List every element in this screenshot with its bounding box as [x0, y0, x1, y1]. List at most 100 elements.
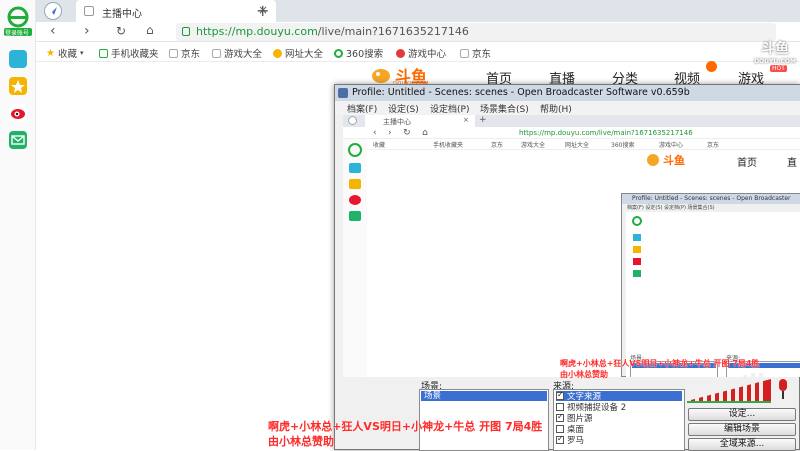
home-icon[interactable]: ⌂ — [146, 23, 154, 37]
bookmark-game-center[interactable]: 游戏中心 — [396, 46, 446, 60]
bookmarks-bar: ★ 收藏 ▾ 手机收藏夹 京东 游戏大全 网址大全 360搜索 游戏中心 京东 — [36, 42, 800, 62]
bookmark-mobile[interactable]: 手机收藏夹 — [99, 46, 159, 60]
nested-site-header: 斗鱼 首页 直 — [367, 150, 800, 170]
url-path: /live/main?1671635217146 — [317, 25, 469, 38]
new-tab-button[interactable]: + — [256, 1, 269, 20]
source-item[interactable]: 罗马 — [556, 434, 682, 446]
nested-bookmark-text: 网址大全 — [565, 142, 590, 149]
microphone-icon[interactable] — [779, 379, 787, 399]
obs-title: Profile: Untitled - Scenes: scenes - Ope… — [352, 87, 690, 98]
nested-back-icon: ‹ › ↻ ⌂ — [373, 128, 428, 138]
navigation-bar: ‹ › ↻ ⌂ https://mp.douyu.com/live/main?1… — [36, 22, 800, 42]
bookmark-favorites[interactable]: ★ 收藏 ▾ — [46, 46, 84, 61]
nested-browser-icon — [348, 116, 357, 125]
nested-tab-strip: 主播中心 × + — [343, 115, 800, 127]
forward-icon[interactable]: › — [84, 23, 90, 39]
global-sources-button[interactable]: 全域来源... — [688, 438, 796, 451]
source-checkbox[interactable] — [556, 434, 564, 444]
star-icon: ★ — [46, 47, 55, 59]
nested-new-tab-icon: + — [479, 115, 487, 125]
nested-bookmark-text: 手机收藏夹 — [433, 142, 464, 149]
nested-logo-text: 斗鱼 — [663, 154, 685, 167]
source-item[interactable]: 视频捕捉设备 2 — [556, 402, 682, 413]
settings-button[interactable]: 设定... — [688, 408, 796, 421]
sources-list[interactable]: 文字来源视频捕捉设备 2图片源桌面罗马 — [553, 389, 685, 451]
nested-obs-window: Profile: Untitled - Scenes: scenes - Ope… — [621, 193, 800, 377]
browser-menu-icon[interactable] — [44, 2, 62, 20]
bookmark-360[interactable]: 360搜索 — [334, 46, 383, 60]
obs-app-icon — [338, 88, 348, 98]
browser-logo-icon[interactable]: 登录账号 — [4, 6, 32, 37]
weibo-icon[interactable] — [9, 104, 27, 122]
source-checkbox[interactable] — [556, 403, 564, 411]
menu-settings[interactable]: 设定(S) — [388, 102, 419, 115]
bookmark-games[interactable]: 游戏大全 — [212, 46, 262, 60]
nested-tab-title: 主播中心 — [383, 118, 411, 126]
overlay-line1-small: 啊虎+小林总+狂人VS明日+小神龙+牛总 开图 7局4胜 — [560, 359, 760, 368]
bookmark-jd[interactable]: 京东 — [169, 46, 200, 60]
nested-bookmarks: 收藏 手机收藏夹 京东 游戏大全 网址大全 360搜索 游戏中心 京东 — [343, 139, 800, 150]
nested-nav: 直 — [787, 158, 797, 169]
tab-strip: 主播中心 × + — [36, 0, 800, 22]
nested-sidebar — [343, 139, 367, 377]
nested-close-icon: × — [463, 116, 469, 124]
page-icon — [169, 48, 178, 58]
url-scheme: https:// — [196, 25, 236, 38]
overlay-line2: 由小林总赞助 — [268, 434, 334, 448]
tab-main[interactable]: 主播中心 × — [76, 0, 276, 22]
source-label: 罗马 — [567, 436, 585, 446]
nested-address-bar: ‹ › ↻ ⌂ https://mp.douyu.com/live/main?1… — [343, 127, 800, 139]
source-checkbox[interactable] — [556, 412, 564, 422]
nested-obs-title: Profile: Untitled - Scenes: scenes - Ope… — [622, 194, 800, 204]
nested-bookmark-text: 360搜索 — [611, 142, 635, 149]
back-icon[interactable]: ‹ — [50, 23, 56, 39]
nested-url: https://mp.douyu.com/live/main?167163521… — [519, 129, 693, 137]
nested2-logo-icon — [632, 216, 642, 226]
obs-window: Profile: Untitled - Scenes: scenes - Ope… — [334, 84, 800, 451]
sites-icon — [273, 48, 282, 58]
login-label[interactable]: 登录账号 — [5, 28, 29, 37]
apps-icon[interactable] — [9, 50, 27, 68]
menu-profile[interactable]: 设定档(P) — [430, 102, 469, 115]
nested-apps-icon — [349, 163, 361, 173]
overlay-caption: 啊虎+小林总+狂人VS明日+小神龙+牛总 开图 7局4胜 由小林总赞助 — [268, 420, 542, 450]
source-item[interactable]: 文字来源 — [556, 390, 682, 402]
scene-item[interactable]: 场景 — [421, 391, 547, 401]
nested-obs-menu: 档案(F) 设定(S) 设定档(P) 场景集合(S) — [627, 205, 715, 211]
menu-file[interactable]: 档案(F) — [347, 102, 377, 115]
reload-icon[interactable]: ↻ — [116, 24, 126, 38]
search-360-icon — [334, 48, 343, 58]
nested-nav: 首页 — [737, 158, 757, 169]
source-checkbox[interactable] — [556, 390, 564, 400]
nested2-apps-icon — [633, 234, 641, 241]
hot-badge: HOT — [770, 65, 787, 72]
obs-preview: 主播中心 × + ‹ › ↻ ⌂ https://mp.douyu.com/li… — [343, 115, 800, 377]
browser-sidebar: 登录账号 — [0, 0, 36, 450]
flame-icon — [706, 61, 717, 72]
nested-bookmark-text: 游戏中心 — [659, 142, 684, 149]
page-icon — [460, 48, 469, 58]
douyu-watermark: 斗鱼 DOUYU.COM — [754, 41, 796, 65]
nested-bookmark-text: 京东 — [707, 142, 720, 149]
favorites-star-icon[interactable] — [9, 77, 27, 95]
bookmark-jd-2[interactable]: 京东 — [460, 46, 491, 60]
nested2-star-icon — [633, 246, 641, 253]
source-item[interactable]: 图片源 — [556, 412, 682, 424]
menu-scene-collection[interactable]: 场景集合(S) — [480, 102, 529, 115]
edit-scene-button[interactable]: 编辑场景 — [688, 423, 796, 436]
source-checkbox[interactable] — [556, 425, 564, 433]
address-bar[interactable]: https://mp.douyu.com/live/main?167163521… — [176, 23, 776, 41]
nested-mail-icon — [349, 211, 361, 221]
gamepad-icon — [396, 48, 405, 58]
nested-star-icon — [349, 179, 361, 189]
overlay-line1: 啊虎+小林总+狂人VS明日+小神龙+牛总 开图 7局4胜 — [268, 420, 543, 433]
source-item[interactable]: 桌面 — [556, 424, 682, 435]
url-host: mp.douyu.com — [235, 25, 318, 38]
menu-help[interactable]: 帮助(H) — [540, 102, 572, 115]
nested-tab — [365, 115, 475, 127]
obs-menu-bar: 档案(F) 设定(S) 设定档(P) 场景集合(S) 帮助(H) — [335, 101, 800, 115]
nested2-mail-icon — [633, 270, 641, 277]
obs-title-bar[interactable]: Profile: Untitled - Scenes: scenes - Ope… — [335, 85, 800, 101]
bookmark-sites[interactable]: 网址大全 — [273, 46, 323, 60]
mail-icon[interactable] — [9, 131, 27, 149]
